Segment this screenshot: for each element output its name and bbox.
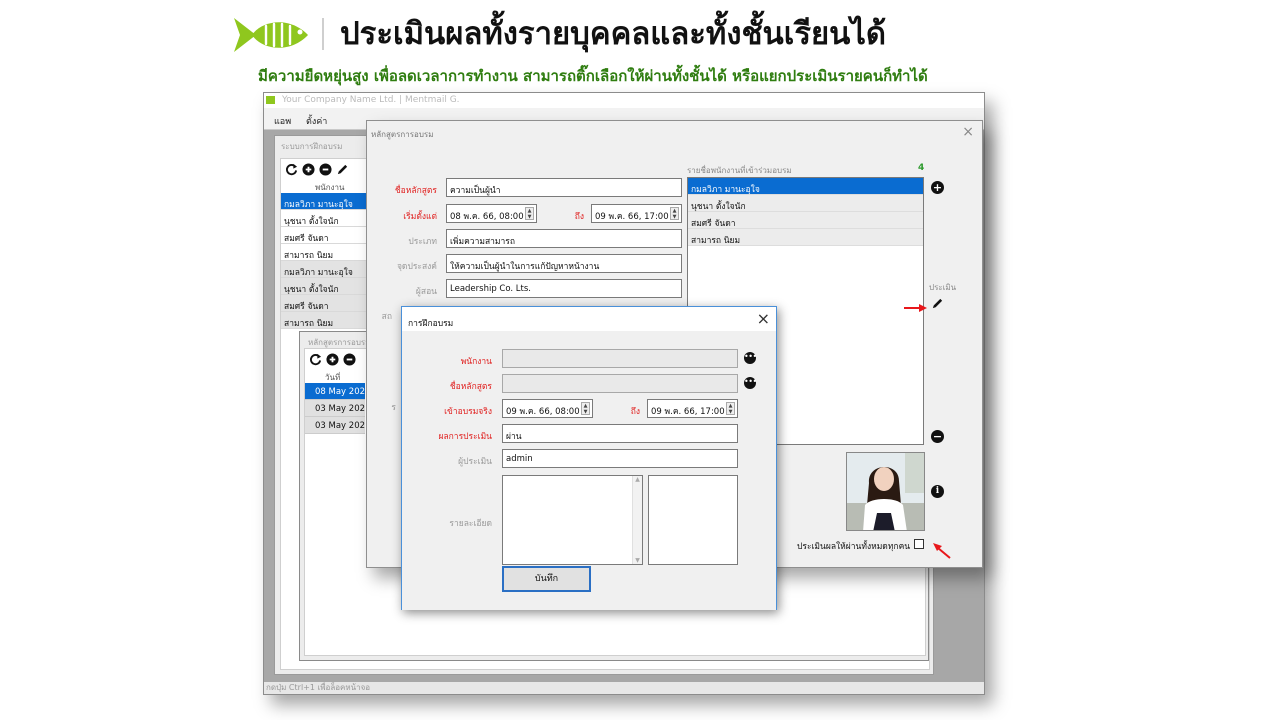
remove-icon[interactable] bbox=[319, 162, 332, 176]
detail-label: รายละเอียด bbox=[449, 519, 492, 529]
bulk-pass-checkbox[interactable] bbox=[914, 539, 924, 549]
status-bar: กดปุ่ม Ctrl+1 เพื่อล็อคหน้าจอ bbox=[264, 682, 984, 694]
remove-icon[interactable] bbox=[343, 352, 356, 366]
instructor-label: ผู้สอน bbox=[415, 287, 437, 297]
list-item[interactable]: กมลวิภา มานะอุใจ bbox=[281, 193, 369, 210]
refresh-icon[interactable] bbox=[285, 163, 298, 176]
edit-icon[interactable] bbox=[336, 163, 349, 176]
table-row[interactable]: 08 May 2023 bbox=[305, 383, 365, 400]
subheadline: มีความยืดหยุ่นสูง เพื่อลดเวลาการทำงาน สา… bbox=[258, 67, 928, 85]
employee-field[interactable] bbox=[502, 349, 738, 368]
arrow-icon bbox=[932, 542, 952, 560]
result-label: ผลการประเมิน bbox=[438, 432, 492, 442]
course-dialog-title: หลักสูตรการอบรม bbox=[371, 130, 434, 139]
close-icon[interactable]: × bbox=[757, 309, 770, 328]
fish-logo bbox=[232, 12, 310, 58]
row-label: ร bbox=[391, 403, 396, 413]
app-icon bbox=[266, 96, 275, 104]
add-icon[interactable] bbox=[302, 162, 315, 176]
training-record-dialog: การฝึกอบรม × พนักงาน ••• ชื่อหลักสูตร ••… bbox=[401, 306, 777, 610]
remove-participant-icon[interactable]: − bbox=[931, 430, 944, 443]
main-window-titlebar: Your Company Name Ltd. | Mentmail G. bbox=[264, 93, 984, 108]
start-label: เริ่มตั้งแต่ bbox=[403, 212, 437, 222]
training-dialog-title: การฝึกอบรม bbox=[408, 319, 454, 329]
list-item[interactable]: สมศรี จันดา bbox=[688, 212, 923, 229]
end-datetime-picker[interactable]: 09 พ.ค. 66, 17:00 ▲ ▼ bbox=[591, 204, 682, 223]
purpose-field[interactable]: ให้ความเป็นผู้นำในการแก้ปัญหาหน้างาน bbox=[446, 254, 682, 273]
purpose-label: จุดประสงค์ bbox=[396, 262, 437, 272]
title-divider bbox=[322, 18, 324, 50]
end-datetime-value: 09 พ.ค. 66, 17:00 bbox=[595, 212, 669, 222]
more-icon[interactable]: ••• bbox=[744, 352, 757, 364]
list-item[interactable]: นุชนา ตั้งใจนัก bbox=[688, 195, 923, 212]
info-icon[interactable]: i bbox=[931, 485, 944, 498]
course-label: ชื่อหลักสูตร bbox=[449, 382, 492, 392]
spinner-icon[interactable]: ▲ ▼ bbox=[726, 402, 735, 415]
close-icon[interactable]: × bbox=[962, 124, 974, 140]
type-field[interactable]: เพิ่มความสามารถ bbox=[446, 229, 682, 248]
list-item[interactable]: สามารถ นิยม bbox=[688, 229, 923, 246]
employee-photo bbox=[846, 452, 925, 531]
arrow-icon bbox=[904, 298, 928, 312]
edit-evaluate-icon[interactable] bbox=[931, 295, 944, 309]
assessor-field[interactable]: admin bbox=[502, 449, 738, 468]
bulk-pass-label: ประเมินผลให้ผ่านทั้งหมดทุกคน bbox=[797, 542, 911, 552]
training-dialog-body: พนักงาน ••• ชื่อหลักสูตร ••• เข้าอบรมจริ… bbox=[402, 331, 776, 610]
add-participant-icon[interactable]: + bbox=[931, 181, 944, 194]
actual-attendance-label: เข้าอบรมจริง bbox=[444, 407, 492, 417]
actual-start-value: 09 พ.ค. 66, 08:00 bbox=[506, 407, 580, 417]
course-field[interactable] bbox=[502, 374, 738, 393]
table-row[interactable]: 03 May 2023 bbox=[305, 417, 365, 434]
course-name-field[interactable]: ความเป็นผู้นำ bbox=[446, 178, 682, 197]
list-item[interactable]: สามารถ นิยม bbox=[281, 244, 369, 261]
more-icon[interactable]: ••• bbox=[744, 377, 757, 389]
secondary-detail-area[interactable] bbox=[648, 475, 738, 565]
place-label: สถ bbox=[381, 312, 392, 322]
refresh-icon[interactable] bbox=[309, 353, 322, 366]
evaluate-label: ประเมิน bbox=[929, 283, 957, 292]
menu-settings[interactable]: ตั้งค่า bbox=[306, 114, 327, 128]
detail-textarea[interactable]: ▲ ▼ bbox=[502, 475, 643, 565]
list-item[interactable]: สมศรี จันดา bbox=[281, 227, 369, 244]
to-label: ถึง bbox=[574, 212, 584, 222]
actual-end-picker[interactable]: 09 พ.ค. 66, 17:00 ▲ ▼ bbox=[647, 399, 738, 418]
instructor-field[interactable]: Leadership Co. Lts. bbox=[446, 279, 682, 298]
spinner-icon[interactable]: ▲ ▼ bbox=[670, 207, 679, 220]
participants-header: รายชื่อพนักงานที่เข้าร่วมอบรม bbox=[687, 166, 792, 175]
type-label: ประเภท bbox=[408, 237, 437, 247]
employee-label: พนักงาน bbox=[460, 357, 492, 367]
scrollbar[interactable]: ▲ ▼ bbox=[632, 476, 642, 564]
start-datetime-value: 08 พ.ค. 66, 08:00 bbox=[450, 212, 524, 222]
headline: ประเมินผลทั้งรายบุคคลและทั้งชั้นเรียนได้ bbox=[340, 16, 887, 52]
assessor-label: ผู้ประเมิน bbox=[458, 457, 492, 467]
result-field[interactable]: ผ่าน bbox=[502, 424, 738, 443]
participants-count: 4 bbox=[918, 163, 925, 173]
to-label: ถึง bbox=[630, 407, 640, 417]
menu-app[interactable]: แอพ bbox=[274, 114, 291, 128]
list-item[interactable]: นุชนา ตั้งใจนัก bbox=[281, 210, 369, 227]
actual-end-value: 09 พ.ค. 66, 17:00 bbox=[651, 407, 725, 417]
list-item[interactable]: กมลวิภา มานะอุใจ bbox=[281, 261, 369, 278]
course-name-label: ชื่อหลักสูตร bbox=[394, 186, 437, 196]
add-icon[interactable] bbox=[326, 352, 339, 366]
main-window-title: Your Company Name Ltd. | Mentmail G. bbox=[282, 95, 460, 105]
save-button[interactable]: บันทึก bbox=[502, 566, 591, 592]
list-item[interactable]: กมลวิภา มานะอุใจ bbox=[688, 178, 923, 195]
list-item[interactable]: นุชนา ตั้งใจนัก bbox=[281, 278, 369, 295]
